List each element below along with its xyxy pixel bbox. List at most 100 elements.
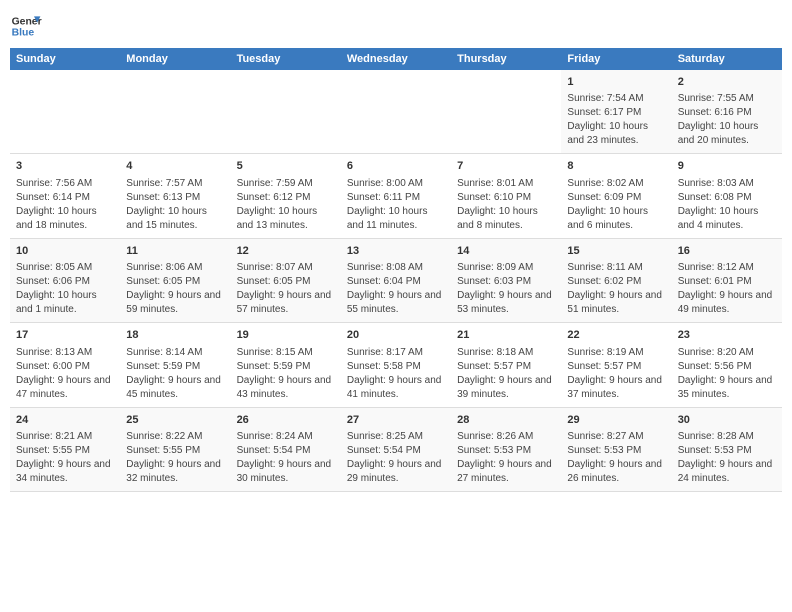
day-info: Sunrise: 8:18 AM Sunset: 5:57 PM Dayligh… [457, 346, 555, 402]
calendar-cell: 28 Sunrise: 8:26 AM Sunset: 5:53 PM Dayli… [451, 407, 561, 491]
day-info: Sunrise: 8:28 AM Sunset: 5:53 PM Dayligh… [678, 430, 776, 486]
calendar-cell: 6 Sunrise: 8:00 AM Sunset: 6:11 PM Daylig… [341, 154, 451, 238]
calendar-table: SundayMondayTuesdayWednesdayThursdayFrid… [10, 48, 782, 492]
day-info: Sunrise: 7:57 AM Sunset: 6:13 PM Dayligh… [126, 177, 224, 233]
day-of-week-header: Tuesday [231, 48, 341, 70]
calendar-week-row: 3Sunrise: 7:56 AM Sunset: 6:14 PM Daylig… [10, 154, 782, 238]
day-number: 23 [678, 328, 776, 343]
day-number: 6 [347, 159, 445, 174]
day-number: 18 [126, 328, 224, 343]
day-info: Sunrise: 8:00 AM Sunset: 6:11 PM Dayligh… [347, 177, 445, 233]
calendar-cell: 1 Sunrise: 7:54 AM Sunset: 6:17 PM Daylig… [561, 70, 671, 154]
calendar-cell: 25 Sunrise: 8:22 AM Sunset: 5:55 PM Dayli… [120, 407, 230, 491]
day-info: Sunrise: 8:21 AM Sunset: 5:55 PM Dayligh… [16, 430, 114, 486]
day-number: 2 [678, 75, 776, 90]
day-info: Sunrise: 8:05 AM Sunset: 6:06 PM Dayligh… [16, 261, 114, 317]
day-info: Sunrise: 8:07 AM Sunset: 6:05 PM Dayligh… [237, 261, 335, 317]
day-of-week-header: Saturday [672, 48, 782, 70]
day-info: Sunrise: 8:25 AM Sunset: 5:54 PM Dayligh… [347, 430, 445, 486]
calendar-cell: 21 Sunrise: 8:18 AM Sunset: 5:57 PM Dayli… [451, 323, 561, 407]
day-of-week-header: Thursday [451, 48, 561, 70]
day-info: Sunrise: 8:26 AM Sunset: 5:53 PM Dayligh… [457, 430, 555, 486]
day-info: Sunrise: 8:11 AM Sunset: 6:02 PM Dayligh… [567, 261, 665, 317]
calendar-cell: 12Sunrise: 8:07 AM Sunset: 6:05 PM Dayli… [231, 238, 341, 322]
day-info: Sunrise: 8:27 AM Sunset: 5:53 PM Dayligh… [567, 430, 665, 486]
day-number: 4 [126, 159, 224, 174]
logo: General Blue [10, 10, 42, 42]
day-number: 8 [567, 159, 665, 174]
day-number: 11 [126, 244, 224, 259]
day-info: Sunrise: 7:54 AM Sunset: 6:17 PM Dayligh… [567, 92, 665, 148]
day-info: Sunrise: 8:08 AM Sunset: 6:04 PM Dayligh… [347, 261, 445, 317]
day-info: Sunrise: 8:22 AM Sunset: 5:55 PM Dayligh… [126, 430, 224, 486]
day-number: 27 [347, 413, 445, 428]
day-info: Sunrise: 7:56 AM Sunset: 6:14 PM Dayligh… [16, 177, 114, 233]
calendar-cell: 29 Sunrise: 8:27 AM Sunset: 5:53 PM Dayli… [561, 407, 671, 491]
calendar-week-row: 10 Sunrise: 8:05 AM Sunset: 6:06 PM Dayli… [10, 238, 782, 322]
day-of-week-header: Monday [120, 48, 230, 70]
day-number: 15 [567, 244, 665, 259]
calendar-cell: 18 Sunrise: 8:14 AM Sunset: 5:59 PM Dayli… [120, 323, 230, 407]
day-number: 1 [567, 75, 665, 90]
calendar-cell: 27 Sunrise: 8:25 AM Sunset: 5:54 PM Dayli… [341, 407, 451, 491]
calendar-cell [341, 70, 451, 154]
day-number: 10 [16, 244, 114, 259]
calendar-cell: 16Sunrise: 8:12 AM Sunset: 6:01 PM Dayli… [672, 238, 782, 322]
calendar-cell: 23 Sunrise: 8:20 AM Sunset: 5:56 PM Dayli… [672, 323, 782, 407]
calendar-cell: 11Sunrise: 8:06 AM Sunset: 6:05 PM Dayli… [120, 238, 230, 322]
day-info: Sunrise: 8:09 AM Sunset: 6:03 PM Dayligh… [457, 261, 555, 317]
day-number: 19 [237, 328, 335, 343]
day-number: 7 [457, 159, 555, 174]
day-number: 25 [126, 413, 224, 428]
day-number: 30 [678, 413, 776, 428]
day-info: Sunrise: 8:17 AM Sunset: 5:58 PM Dayligh… [347, 346, 445, 402]
day-number: 29 [567, 413, 665, 428]
day-number: 14 [457, 244, 555, 259]
day-number: 9 [678, 159, 776, 174]
day-number: 28 [457, 413, 555, 428]
calendar-cell: 7Sunrise: 8:01 AM Sunset: 6:10 PM Daylig… [451, 154, 561, 238]
day-number: 17 [16, 328, 114, 343]
day-number: 21 [457, 328, 555, 343]
day-info: Sunrise: 8:19 AM Sunset: 5:57 PM Dayligh… [567, 346, 665, 402]
calendar-cell [451, 70, 561, 154]
calendar-cell: 26Sunrise: 8:24 AM Sunset: 5:54 PM Dayli… [231, 407, 341, 491]
calendar-cell: 17 Sunrise: 8:13 AM Sunset: 6:00 PM Dayli… [10, 323, 120, 407]
day-info: Sunrise: 8:20 AM Sunset: 5:56 PM Dayligh… [678, 346, 776, 402]
calendar-cell: 15 Sunrise: 8:11 AM Sunset: 6:02 PM Dayli… [561, 238, 671, 322]
calendar-cell: 9 Sunrise: 8:03 AM Sunset: 6:08 PM Daylig… [672, 154, 782, 238]
day-info: Sunrise: 8:24 AM Sunset: 5:54 PM Dayligh… [237, 430, 335, 486]
calendar-body: 1 Sunrise: 7:54 AM Sunset: 6:17 PM Daylig… [10, 70, 782, 491]
day-number: 20 [347, 328, 445, 343]
day-of-week-header: Sunday [10, 48, 120, 70]
header: General Blue [10, 10, 782, 42]
calendar-cell [120, 70, 230, 154]
calendar-cell: 14 Sunrise: 8:09 AM Sunset: 6:03 PM Dayli… [451, 238, 561, 322]
calendar-cell: 3Sunrise: 7:56 AM Sunset: 6:14 PM Daylig… [10, 154, 120, 238]
calendar-week-row: 1 Sunrise: 7:54 AM Sunset: 6:17 PM Daylig… [10, 70, 782, 154]
day-info: Sunrise: 8:03 AM Sunset: 6:08 PM Dayligh… [678, 177, 776, 233]
calendar-week-row: 17 Sunrise: 8:13 AM Sunset: 6:00 PM Dayli… [10, 323, 782, 407]
calendar-cell: 10 Sunrise: 8:05 AM Sunset: 6:06 PM Dayli… [10, 238, 120, 322]
calendar-cell: 2 Sunrise: 7:55 AM Sunset: 6:16 PM Daylig… [672, 70, 782, 154]
calendar-cell: 19 Sunrise: 8:15 AM Sunset: 5:59 PM Dayli… [231, 323, 341, 407]
logo-icon: General Blue [10, 10, 42, 42]
calendar-cell [10, 70, 120, 154]
calendar-cell: 30 Sunrise: 8:28 AM Sunset: 5:53 PM Dayli… [672, 407, 782, 491]
calendar-cell [231, 70, 341, 154]
day-info: Sunrise: 8:13 AM Sunset: 6:00 PM Dayligh… [16, 346, 114, 402]
calendar-cell: 4 Sunrise: 7:57 AM Sunset: 6:13 PM Daylig… [120, 154, 230, 238]
calendar-cell: 5 Sunrise: 7:59 AM Sunset: 6:12 PM Daylig… [231, 154, 341, 238]
day-of-week-header: Wednesday [341, 48, 451, 70]
day-of-week-row: SundayMondayTuesdayWednesdayThursdayFrid… [10, 48, 782, 70]
day-number: 13 [347, 244, 445, 259]
day-of-week-header: Friday [561, 48, 671, 70]
day-info: Sunrise: 8:15 AM Sunset: 5:59 PM Dayligh… [237, 346, 335, 402]
day-number: 5 [237, 159, 335, 174]
day-info: Sunrise: 8:14 AM Sunset: 5:59 PM Dayligh… [126, 346, 224, 402]
calendar-cell: 8Sunrise: 8:02 AM Sunset: 6:09 PM Daylig… [561, 154, 671, 238]
day-info: Sunrise: 7:59 AM Sunset: 6:12 PM Dayligh… [237, 177, 335, 233]
day-number: 24 [16, 413, 114, 428]
day-info: Sunrise: 7:55 AM Sunset: 6:16 PM Dayligh… [678, 92, 776, 148]
day-number: 22 [567, 328, 665, 343]
